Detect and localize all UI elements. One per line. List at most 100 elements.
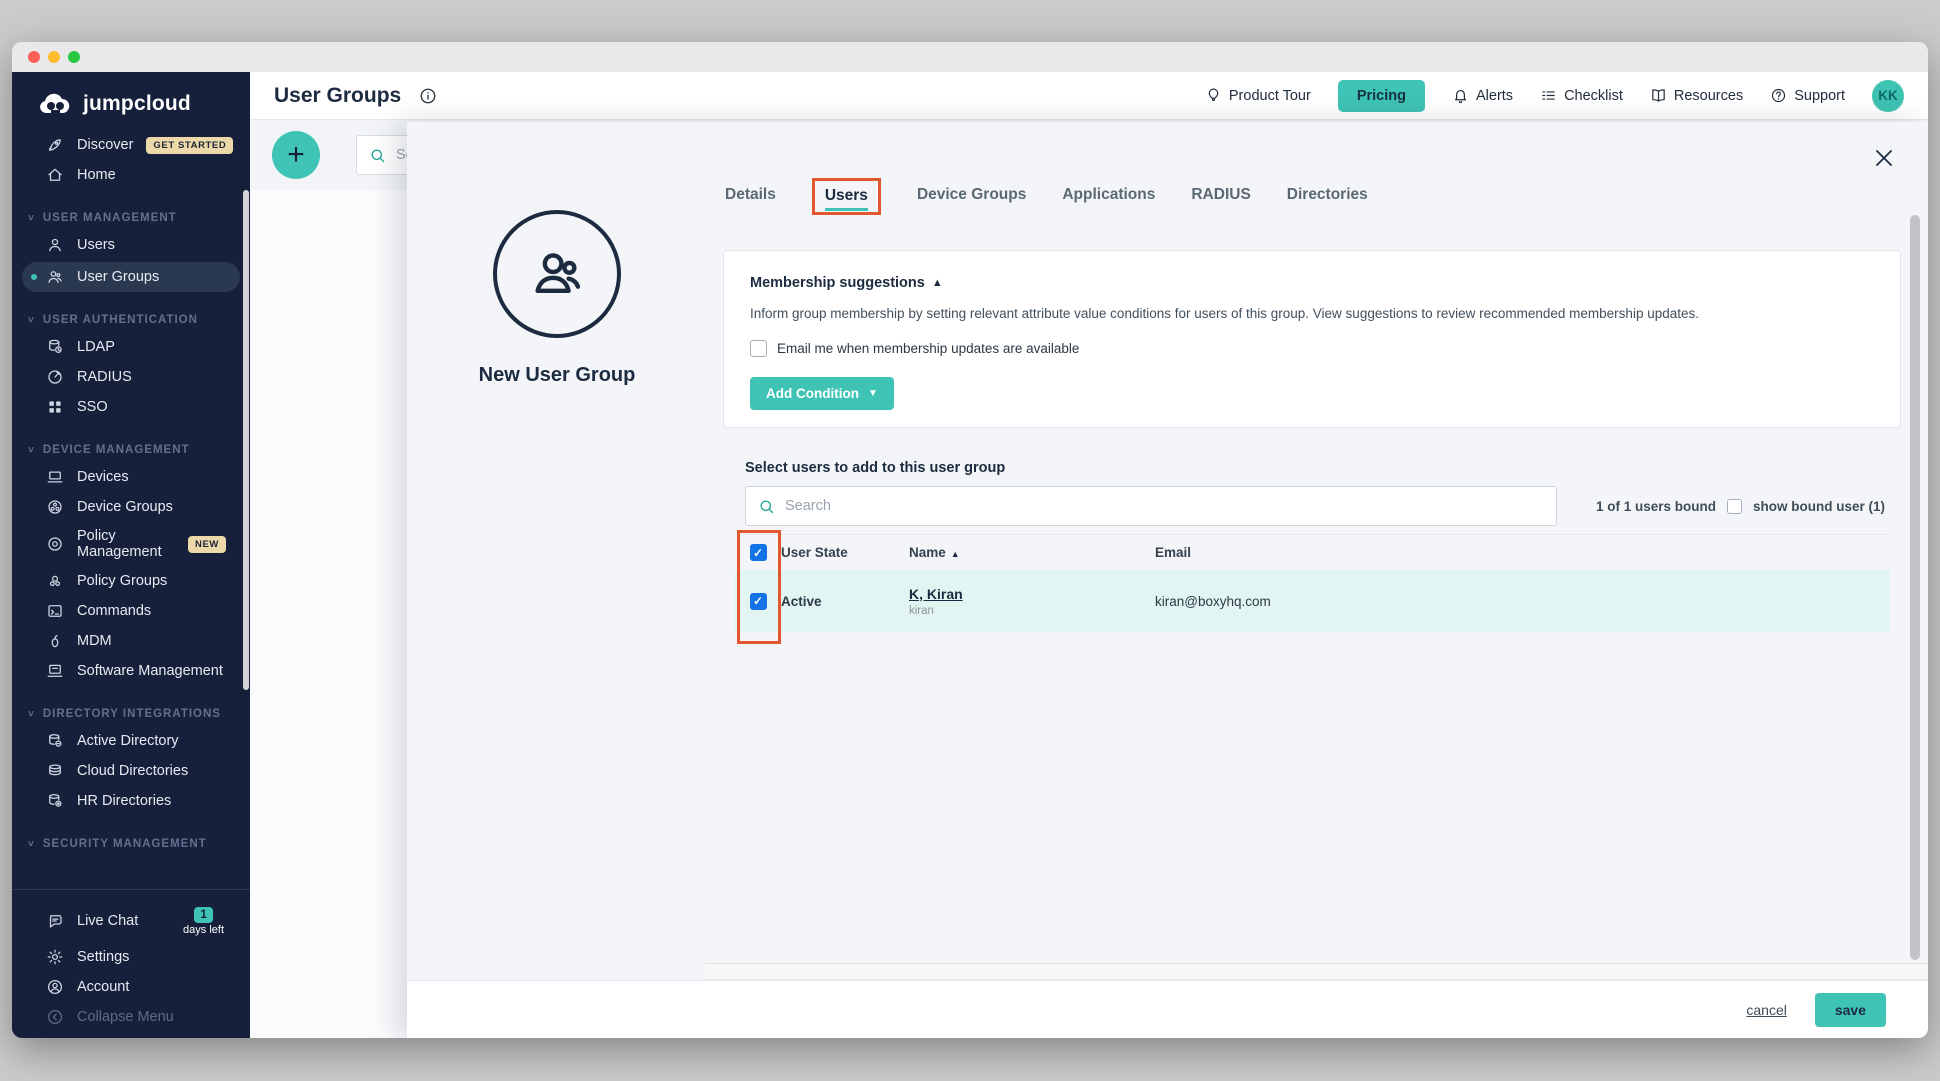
user-groups-icon bbox=[46, 268, 64, 286]
add-condition-button[interactable]: Add Condition ▼ bbox=[750, 377, 894, 410]
sidebar-item-hr-directories[interactable]: HR Directories bbox=[12, 786, 250, 816]
add-user-group-button[interactable]: + bbox=[272, 131, 320, 179]
sidebar-section-user-authentication[interactable]: ˅USER AUTHENTICATION bbox=[12, 308, 250, 332]
maximize-window-button[interactable] bbox=[68, 51, 80, 63]
column-header-label: Name bbox=[909, 545, 946, 560]
email-updates-checkbox[interactable] bbox=[750, 340, 767, 357]
close-window-button[interactable] bbox=[28, 51, 40, 63]
select-all-checkbox[interactable]: ✓ bbox=[750, 544, 767, 561]
tab-device-groups[interactable]: Device Groups bbox=[917, 186, 1026, 208]
tab-radius[interactable]: RADIUS bbox=[1191, 186, 1250, 208]
sidebar-section-device-management[interactable]: ˅DEVICE MANAGEMENT bbox=[12, 438, 250, 462]
sidebar-item-account[interactable]: Account bbox=[12, 972, 250, 1002]
sidebar-item-label: Discover bbox=[77, 137, 133, 153]
sidebar-item-users[interactable]: Users bbox=[12, 230, 250, 260]
sidebar-item-device-groups[interactable]: Device Groups bbox=[12, 492, 250, 522]
chevron-down-icon: ˅ bbox=[28, 445, 35, 456]
bound-summary: 1 of 1 users bound bbox=[1596, 499, 1716, 514]
select-users-title: Select users to add to this user group bbox=[745, 460, 1005, 476]
tab-directories[interactable]: Directories bbox=[1287, 186, 1368, 208]
sidebar-item-radius[interactable]: RADIUS bbox=[12, 362, 250, 392]
cancel-button[interactable]: cancel bbox=[1746, 1002, 1786, 1018]
home-icon bbox=[46, 166, 64, 184]
sidebar-item-ldap[interactable]: LDAP bbox=[12, 332, 250, 362]
tab-bar: Details Users Device Groups Applications RAD… bbox=[725, 178, 1368, 215]
row-checkbox[interactable]: ✓ bbox=[750, 593, 767, 610]
sidebar-item-policy-groups[interactable]: Policy Groups bbox=[12, 566, 250, 596]
user-name-link[interactable]: K, Kiran bbox=[909, 586, 1155, 602]
info-icon[interactable] bbox=[419, 87, 437, 105]
sidebar-item-label: Users bbox=[77, 237, 115, 253]
ldap-icon bbox=[46, 338, 64, 356]
sidebar-item-label: Devices bbox=[77, 469, 129, 485]
chevron-down-icon: ▼ bbox=[868, 388, 878, 399]
table-row[interactable]: ✓ActiveK, Kirankirankiran@boxyhq.com bbox=[735, 570, 1890, 632]
section-label: SECURITY MANAGEMENT bbox=[43, 838, 207, 850]
search-icon bbox=[758, 498, 775, 515]
sidebar-section-security-management[interactable]: ˅ SECURITY MANAGEMENT bbox=[12, 832, 250, 856]
sidebar-nav: Discover GET STARTED Home ˅USER MANAGEMENT U… bbox=[12, 130, 250, 856]
header-action-support[interactable]: Support bbox=[1770, 87, 1845, 104]
show-bound-user-checkbox[interactable] bbox=[1727, 499, 1742, 514]
sidebar-item-badge: GET STARTED bbox=[146, 137, 233, 154]
group-title: New User Group bbox=[407, 364, 707, 387]
pricing-button[interactable]: Pricing bbox=[1338, 80, 1425, 112]
sidebar-item-mdm[interactable]: MDM bbox=[12, 626, 250, 656]
sidebar-item-settings[interactable]: Settings bbox=[12, 942, 250, 972]
sidebar-scrollbar[interactable] bbox=[243, 190, 249, 690]
sidebar-item-live-chat[interactable]: Live Chat1days left bbox=[12, 900, 250, 942]
sidebar-item-home[interactable]: Home bbox=[12, 160, 250, 190]
column-header-email[interactable]: Email bbox=[1155, 545, 1890, 560]
sidebar-item-user-groups[interactable]: User Groups bbox=[22, 262, 240, 292]
new-user-group-panel: New User Group Details Users Device Groups… bbox=[407, 122, 1928, 1038]
sidebar-item-label: HR Directories bbox=[77, 793, 171, 809]
email-updates-label: Email me when membership updates are ava… bbox=[777, 341, 1079, 356]
membership-suggestions-title: Membership suggestions bbox=[750, 275, 925, 291]
sidebar-item-label: Settings bbox=[77, 949, 129, 965]
radius-icon bbox=[46, 368, 64, 386]
sidebar-item-collapse-menu[interactable]: Collapse Menu bbox=[12, 1002, 250, 1032]
sidebar-section-directory-integrations[interactable]: ˅DIRECTORY INTEGRATIONS bbox=[12, 702, 250, 726]
header-action-label: Resources bbox=[1674, 88, 1743, 104]
sidebar-section-user-management[interactable]: ˅USER MANAGEMENT bbox=[12, 206, 250, 230]
tab-applications[interactable]: Applications bbox=[1062, 186, 1155, 208]
modal-scrollbar[interactable] bbox=[1910, 215, 1920, 960]
table-header-row: ✓ User StateName▲Email bbox=[735, 534, 1890, 570]
sidebar-item-cloud-directories[interactable]: Cloud Directories bbox=[12, 756, 250, 786]
save-button[interactable]: save bbox=[1815, 993, 1886, 1027]
membership-suggestions-toggle[interactable]: Membership suggestions ▲ bbox=[750, 275, 1874, 291]
sidebar-item-label: Account bbox=[77, 979, 129, 995]
sidebar-item-commands[interactable]: Commands bbox=[12, 596, 250, 626]
minimize-window-button[interactable] bbox=[48, 51, 60, 63]
jumpcloud-logo[interactable]: jumpcloud bbox=[12, 72, 250, 130]
sidebar-item-label: Collapse Menu bbox=[77, 1009, 174, 1025]
users-search-input[interactable]: Search bbox=[745, 486, 1557, 526]
header-action-alerts[interactable]: Alerts bbox=[1452, 87, 1513, 104]
collapse-icon bbox=[46, 1008, 64, 1026]
email-updates-row: Email me when membership updates are ava… bbox=[750, 340, 1874, 357]
sidebar-item-active-directory[interactable]: Active Directory bbox=[12, 726, 250, 756]
gear-icon bbox=[46, 948, 64, 966]
header-action-resources[interactable]: Resources bbox=[1650, 87, 1743, 104]
sidebar-item-devices[interactable]: Devices bbox=[12, 462, 250, 492]
user-email: kiran@boxyhq.com bbox=[1155, 594, 1271, 609]
header-action-checklist[interactable]: Checklist bbox=[1540, 87, 1623, 104]
user-avatar[interactable]: KK bbox=[1872, 80, 1904, 112]
sidebar-item-software-management[interactable]: Software Management bbox=[12, 656, 250, 686]
sidebar-item-sso[interactable]: SSO bbox=[12, 392, 250, 422]
sidebar-item-label: Commands bbox=[77, 603, 151, 619]
user-group-icon bbox=[526, 243, 588, 305]
sidebar-item-policy-management[interactable]: Policy ManagementNEW bbox=[12, 522, 250, 566]
tab-details[interactable]: Details bbox=[725, 186, 776, 208]
chevron-down-icon: ˅ bbox=[28, 839, 35, 850]
policy-groups-icon bbox=[46, 572, 64, 590]
tab-users[interactable]: Users bbox=[825, 187, 868, 211]
header-action-product-tour[interactable]: Product Tour bbox=[1205, 87, 1311, 104]
sidebar-item-label: Device Groups bbox=[77, 499, 173, 515]
sidebar-item-discover[interactable]: Discover GET STARTED bbox=[12, 130, 250, 160]
column-header-name[interactable]: Name▲ bbox=[909, 545, 1155, 560]
sidebar-item-label: Policy Groups bbox=[77, 573, 167, 589]
app-window: jumpcloud Discover GET STARTED Home ˅USER M… bbox=[12, 42, 1928, 1038]
chevron-down-icon: ˅ bbox=[28, 315, 35, 326]
column-header-user-state[interactable]: User State bbox=[781, 545, 909, 560]
